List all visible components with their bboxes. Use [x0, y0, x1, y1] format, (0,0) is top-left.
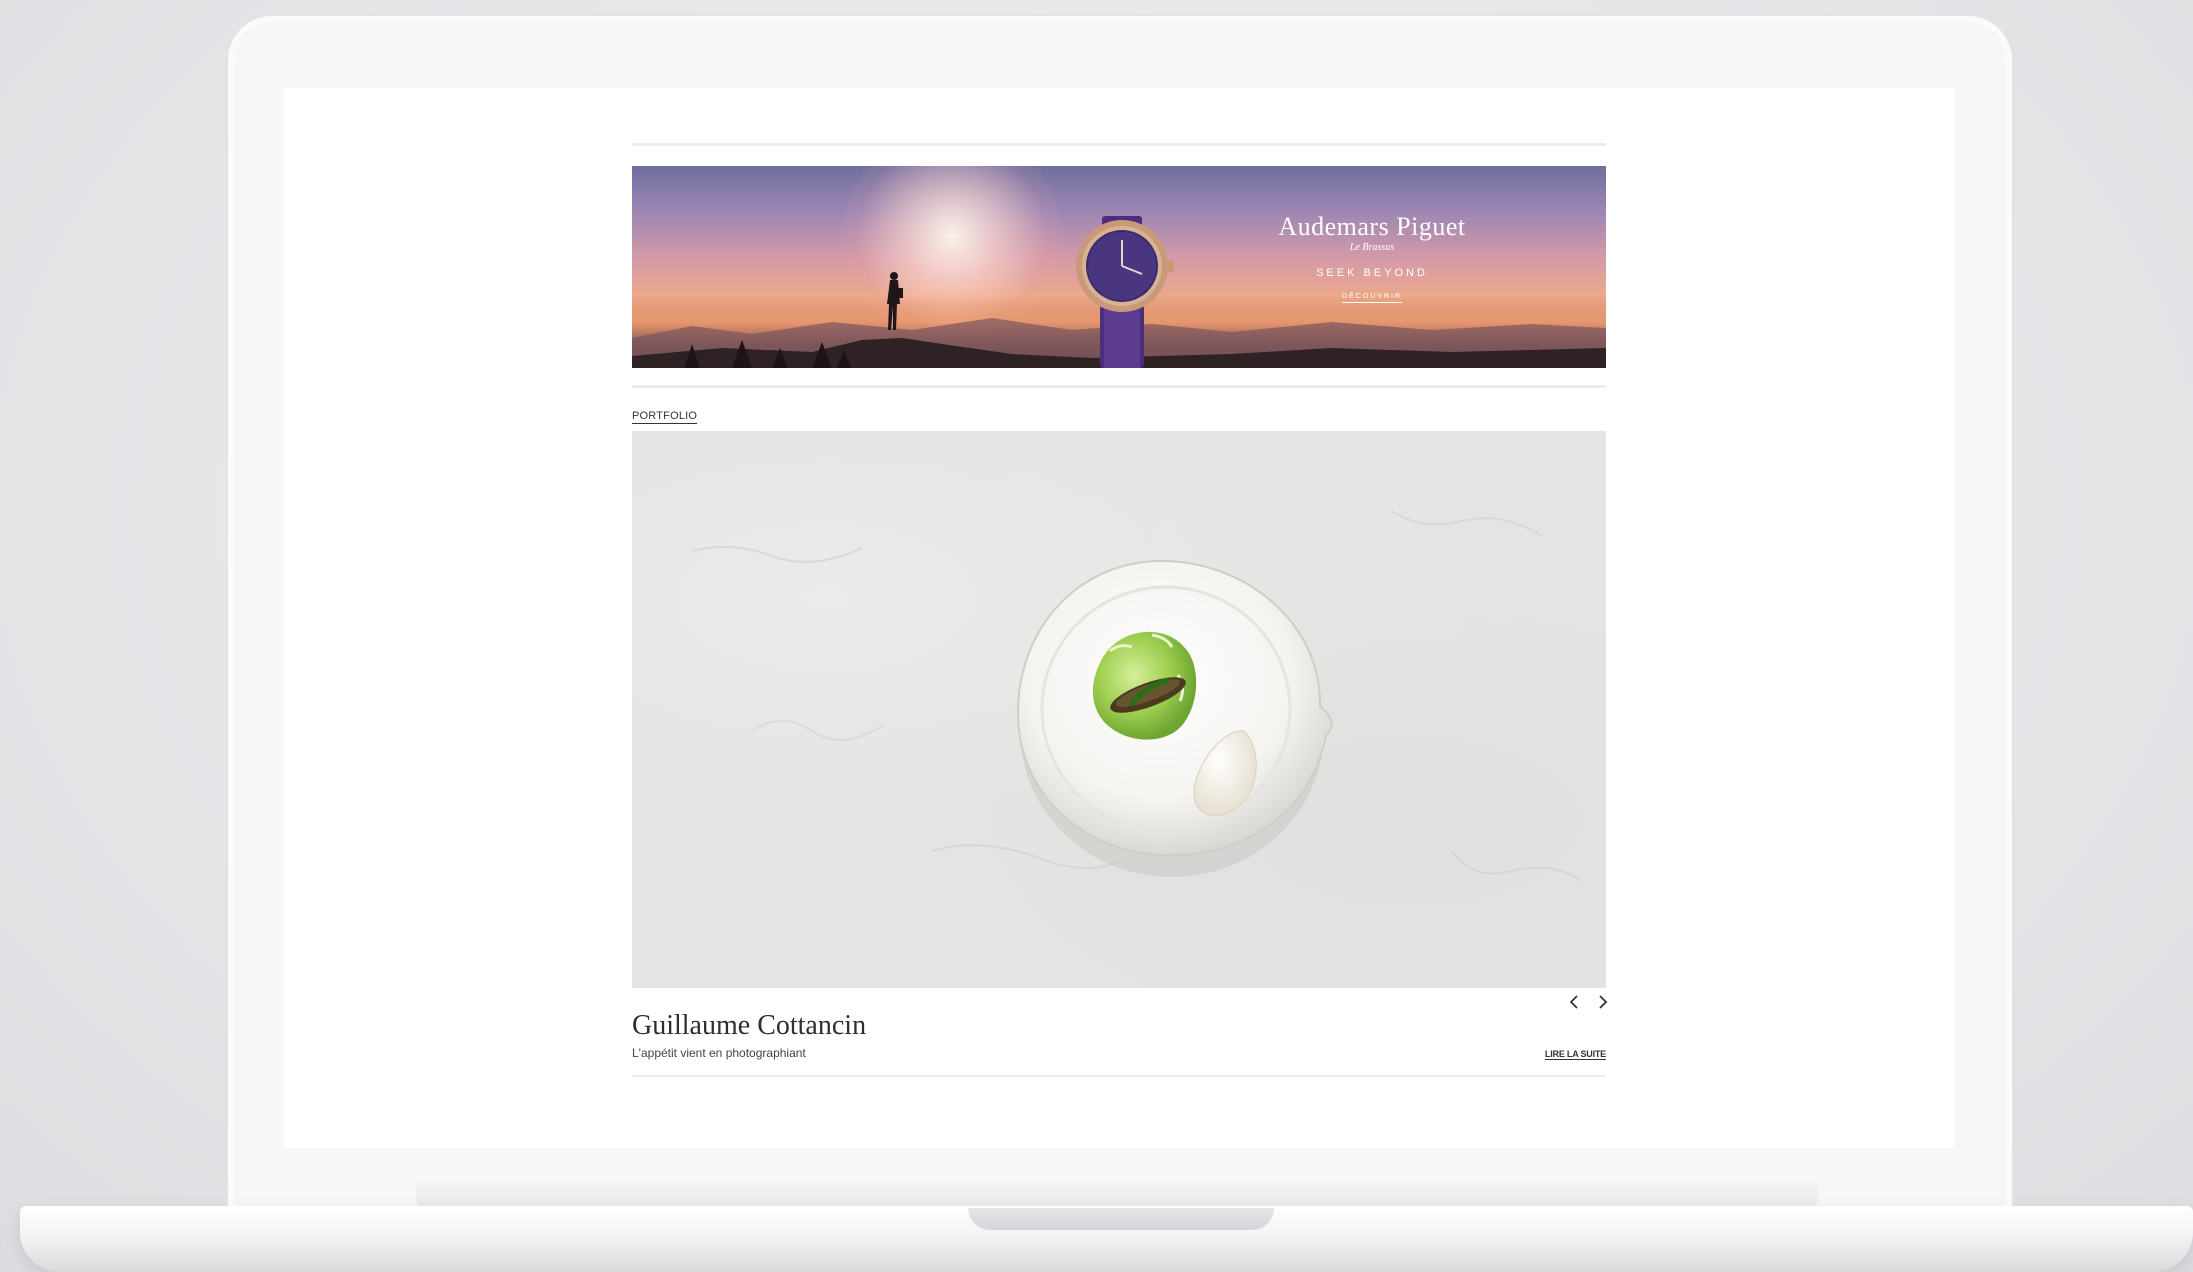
svg-text:·: · — [1121, 248, 1122, 253]
section-label-portfolio[interactable]: PORTFOLIO — [632, 410, 698, 424]
ad-cta-link[interactable]: DÉCOUVRIR — [1341, 293, 1402, 303]
plated-dish-image — [691, 510, 1583, 882]
chevron-left-icon — [1569, 995, 1578, 1009]
bottom-divider — [632, 1075, 1606, 1077]
ad-tagline: SEEK BEYOND — [1316, 267, 1428, 279]
watch-image: · — [1076, 216, 1174, 368]
article-subtitle: L'appétit vient en photographiant — [632, 1046, 806, 1060]
top-divider — [632, 143, 1606, 146]
ad-brand-name: Audemars Piguet — [1278, 212, 1466, 241]
carousel-next-button[interactable] — [1597, 992, 1609, 1014]
ad-brand-block: Audemars Piguet Le Brassus SEEK BEYOND D… — [1272, 212, 1472, 303]
chevron-right-icon — [1599, 995, 1608, 1009]
hiker-silhouette — [887, 272, 903, 330]
ad-bottom-divider — [632, 385, 1606, 388]
article-title[interactable]: Guillaume Cottancin — [632, 1010, 866, 1042]
ad-banner[interactable]: · Audemars Piguet Le Brassus SEEK BEYOND… — [632, 166, 1606, 368]
laptop-screen: · Audemars Piguet Le Brassus SEEK BEYOND… — [284, 88, 1954, 1148]
carousel-prev-button[interactable] — [1568, 992, 1580, 1014]
feature-photo[interactable] — [632, 431, 1606, 988]
web-page: · Audemars Piguet Le Brassus SEEK BEYOND… — [632, 88, 1609, 1148]
laptop-mockup: · Audemars Piguet Le Brassus SEEK BEYOND… — [0, 0, 2193, 1272]
laptop-notch — [968, 1208, 1274, 1230]
ad-brand-location: Le Brassus — [1349, 242, 1395, 253]
read-more-link[interactable]: LIRE LA SUITE — [1544, 1049, 1606, 1060]
laptop-hinge — [416, 1182, 1818, 1208]
